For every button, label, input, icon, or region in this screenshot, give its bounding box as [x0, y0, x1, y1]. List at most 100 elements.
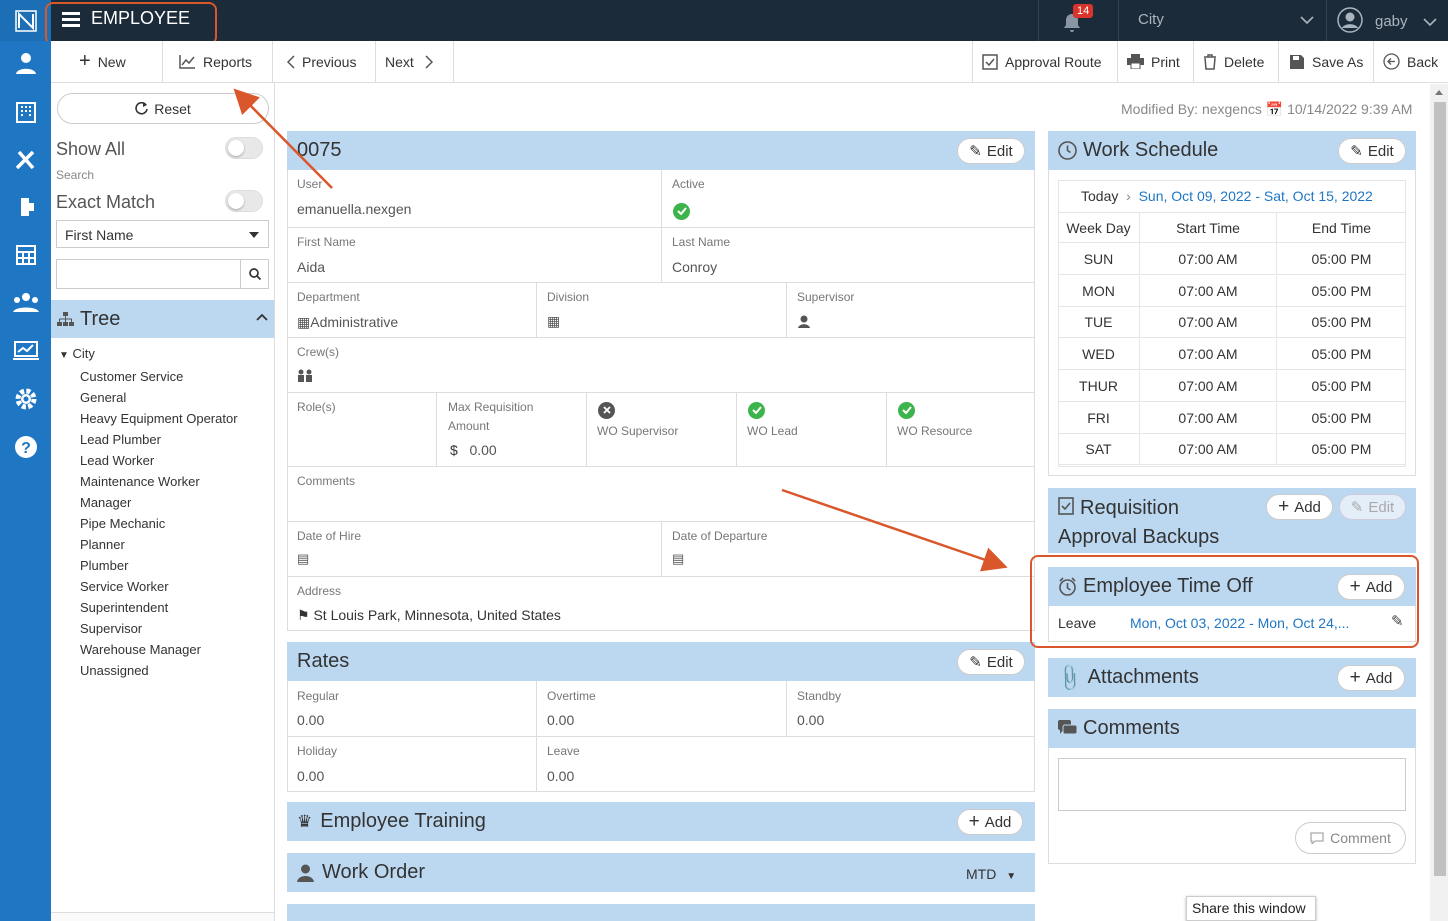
nav-employee[interactable] [0, 41, 51, 85]
nav-tools[interactable] [0, 137, 51, 181]
save-as-button[interactable]: Save As [1279, 41, 1374, 82]
tree-item[interactable]: Plumber [80, 555, 238, 576]
training-add-button[interactable]: + Add [957, 809, 1023, 835]
search-field-select[interactable]: First Name [56, 220, 269, 248]
scroll-up-arrow[interactable] [1435, 90, 1443, 95]
search-input[interactable] [56, 259, 241, 289]
req-backups-add-button[interactable]: + Add [1266, 494, 1333, 520]
back-button[interactable]: Back [1374, 41, 1448, 82]
scrollbar-thumb[interactable] [1434, 102, 1446, 876]
previous-button[interactable]: Previous [273, 41, 376, 82]
tree-item[interactable]: Superintendent [80, 597, 238, 618]
holiday-value: 0.00 [297, 768, 325, 784]
schedule-week-nav[interactable]: Today › Sun, Oct 09, 2022 - Sat, Oct 15,… [1081, 188, 1373, 204]
reset-button[interactable]: Reset [57, 93, 269, 124]
reports-button[interactable]: Reports [163, 41, 273, 82]
req-backups-title: Requisition [1080, 497, 1179, 519]
rates-edit-button[interactable]: ✎ Edit [957, 649, 1025, 675]
period-select[interactable]: MTD ▼ [966, 866, 1016, 882]
comment-textarea[interactable] [1058, 758, 1406, 811]
chevron-down-icon [1423, 18, 1437, 27]
schedule-start: 07:00 AM [1140, 244, 1277, 275]
regular-value: 0.00 [297, 712, 325, 728]
holiday-label: Holiday [297, 744, 338, 758]
nav-help[interactable]: ? [0, 425, 51, 469]
req-backups-edit-button[interactable]: ✎ Edit [1339, 494, 1406, 520]
exact-match-toggle[interactable] [225, 190, 263, 212]
comment-button[interactable]: Comment [1295, 822, 1406, 854]
calendar-icon: ▤ [672, 551, 685, 566]
app-logo[interactable] [0, 0, 51, 41]
trash-icon [1204, 53, 1216, 70]
col-end-time: End Time [1311, 220, 1372, 236]
tree-root[interactable]: ▼ City [59, 346, 95, 361]
attachments-add-button[interactable]: + Add [1337, 665, 1405, 691]
tree-item[interactable]: Heavy Equipment Operator [80, 408, 238, 429]
first-name-value: Aida [297, 259, 326, 275]
nav-valve[interactable] [0, 185, 51, 229]
tree-item[interactable]: Lead Plumber [80, 429, 238, 450]
valve-icon [20, 198, 34, 216]
tree-list: Customer Service General Heavy Equipment O… [80, 366, 238, 681]
next-button[interactable]: Next [376, 41, 454, 82]
notifications-button[interactable]: 14 [1060, 4, 1096, 36]
schedule-end: 05:00 PM [1311, 377, 1372, 394]
tree-item[interactable]: Manager [80, 492, 238, 513]
tree-item[interactable]: Supervisor [80, 618, 238, 639]
tree-item[interactable]: Maintenance Worker [80, 471, 238, 492]
comment-icon [1310, 832, 1324, 844]
highlight-box [45, 2, 217, 45]
schedule-edit-button[interactable]: ✎ Edit [1338, 138, 1406, 164]
nav-settings[interactable] [0, 377, 51, 421]
wo-resource-check-icon [898, 401, 915, 419]
nav-store[interactable] [0, 233, 51, 277]
schedule-row: MON 07:00 AM 05:00 PM [1058, 275, 1406, 307]
period-value: MTD [966, 866, 997, 882]
today-link[interactable]: Today [1081, 188, 1118, 204]
training-title: Employee Training [320, 810, 486, 832]
col-start-time: Start Time [1140, 213, 1277, 244]
schedule-start: 07:00 AM [1140, 402, 1277, 434]
schedule-start: 07:00 AM [1140, 339, 1277, 371]
save-as-icon [1290, 54, 1304, 69]
employee-edit-button[interactable]: ✎ Edit [957, 138, 1025, 164]
work-order-title: Work Order [322, 861, 425, 883]
show-all-toggle[interactable] [225, 137, 263, 159]
share-window-tooltip[interactable]: Share this window [1186, 896, 1316, 921]
gear-icon [15, 388, 36, 410]
tree-item[interactable]: Pipe Mechanic [80, 513, 238, 534]
location-select[interactable]: City [1138, 11, 1314, 31]
schedule-start: 07:00 AM [1140, 307, 1277, 339]
avatar-icon [1337, 7, 1363, 33]
nav-crews[interactable] [0, 281, 51, 325]
tree-item[interactable]: Planner [80, 534, 238, 555]
show-all-label: Show All [56, 139, 126, 159]
user-menu[interactable]: gaby [1337, 7, 1437, 35]
tree-item[interactable]: Warehouse Manager [80, 639, 238, 660]
tree-item[interactable]: Unassigned [80, 660, 238, 681]
approval-route-button[interactable]: Approval Route [972, 41, 1118, 82]
add-label: Add [1294, 498, 1321, 516]
max-requisition-label-2: Amount [448, 419, 490, 433]
scrollbar[interactable] [1430, 84, 1448, 921]
departure-date-label: Date of Departure [672, 529, 768, 543]
schedule-end: 05:00 PM [1311, 314, 1372, 331]
tree-item[interactable]: General [80, 387, 238, 408]
tree-item[interactable]: Customer Service [80, 366, 238, 387]
tree-header[interactable]: Tree [51, 300, 274, 338]
new-button[interactable]: + New [51, 41, 163, 82]
search-button[interactable] [240, 259, 269, 289]
department-value: ▦Administrative [297, 314, 398, 331]
tree-item[interactable]: Lead Worker [80, 450, 238, 471]
comments-label: Comments [297, 474, 356, 488]
print-button[interactable]: Print [1118, 41, 1194, 82]
schedule-start: 07:00 AM [1140, 434, 1277, 466]
overtime-value: 0.00 [547, 712, 575, 728]
chevron-up-icon [256, 313, 268, 321]
nav-buildings[interactable] [0, 89, 51, 133]
delete-button[interactable]: Delete [1194, 41, 1279, 82]
nav-reports[interactable] [0, 329, 51, 373]
monitor-chart-icon [12, 341, 39, 360]
tree-item[interactable]: Service Worker [80, 576, 238, 597]
schedule-day: MON [1058, 275, 1140, 307]
